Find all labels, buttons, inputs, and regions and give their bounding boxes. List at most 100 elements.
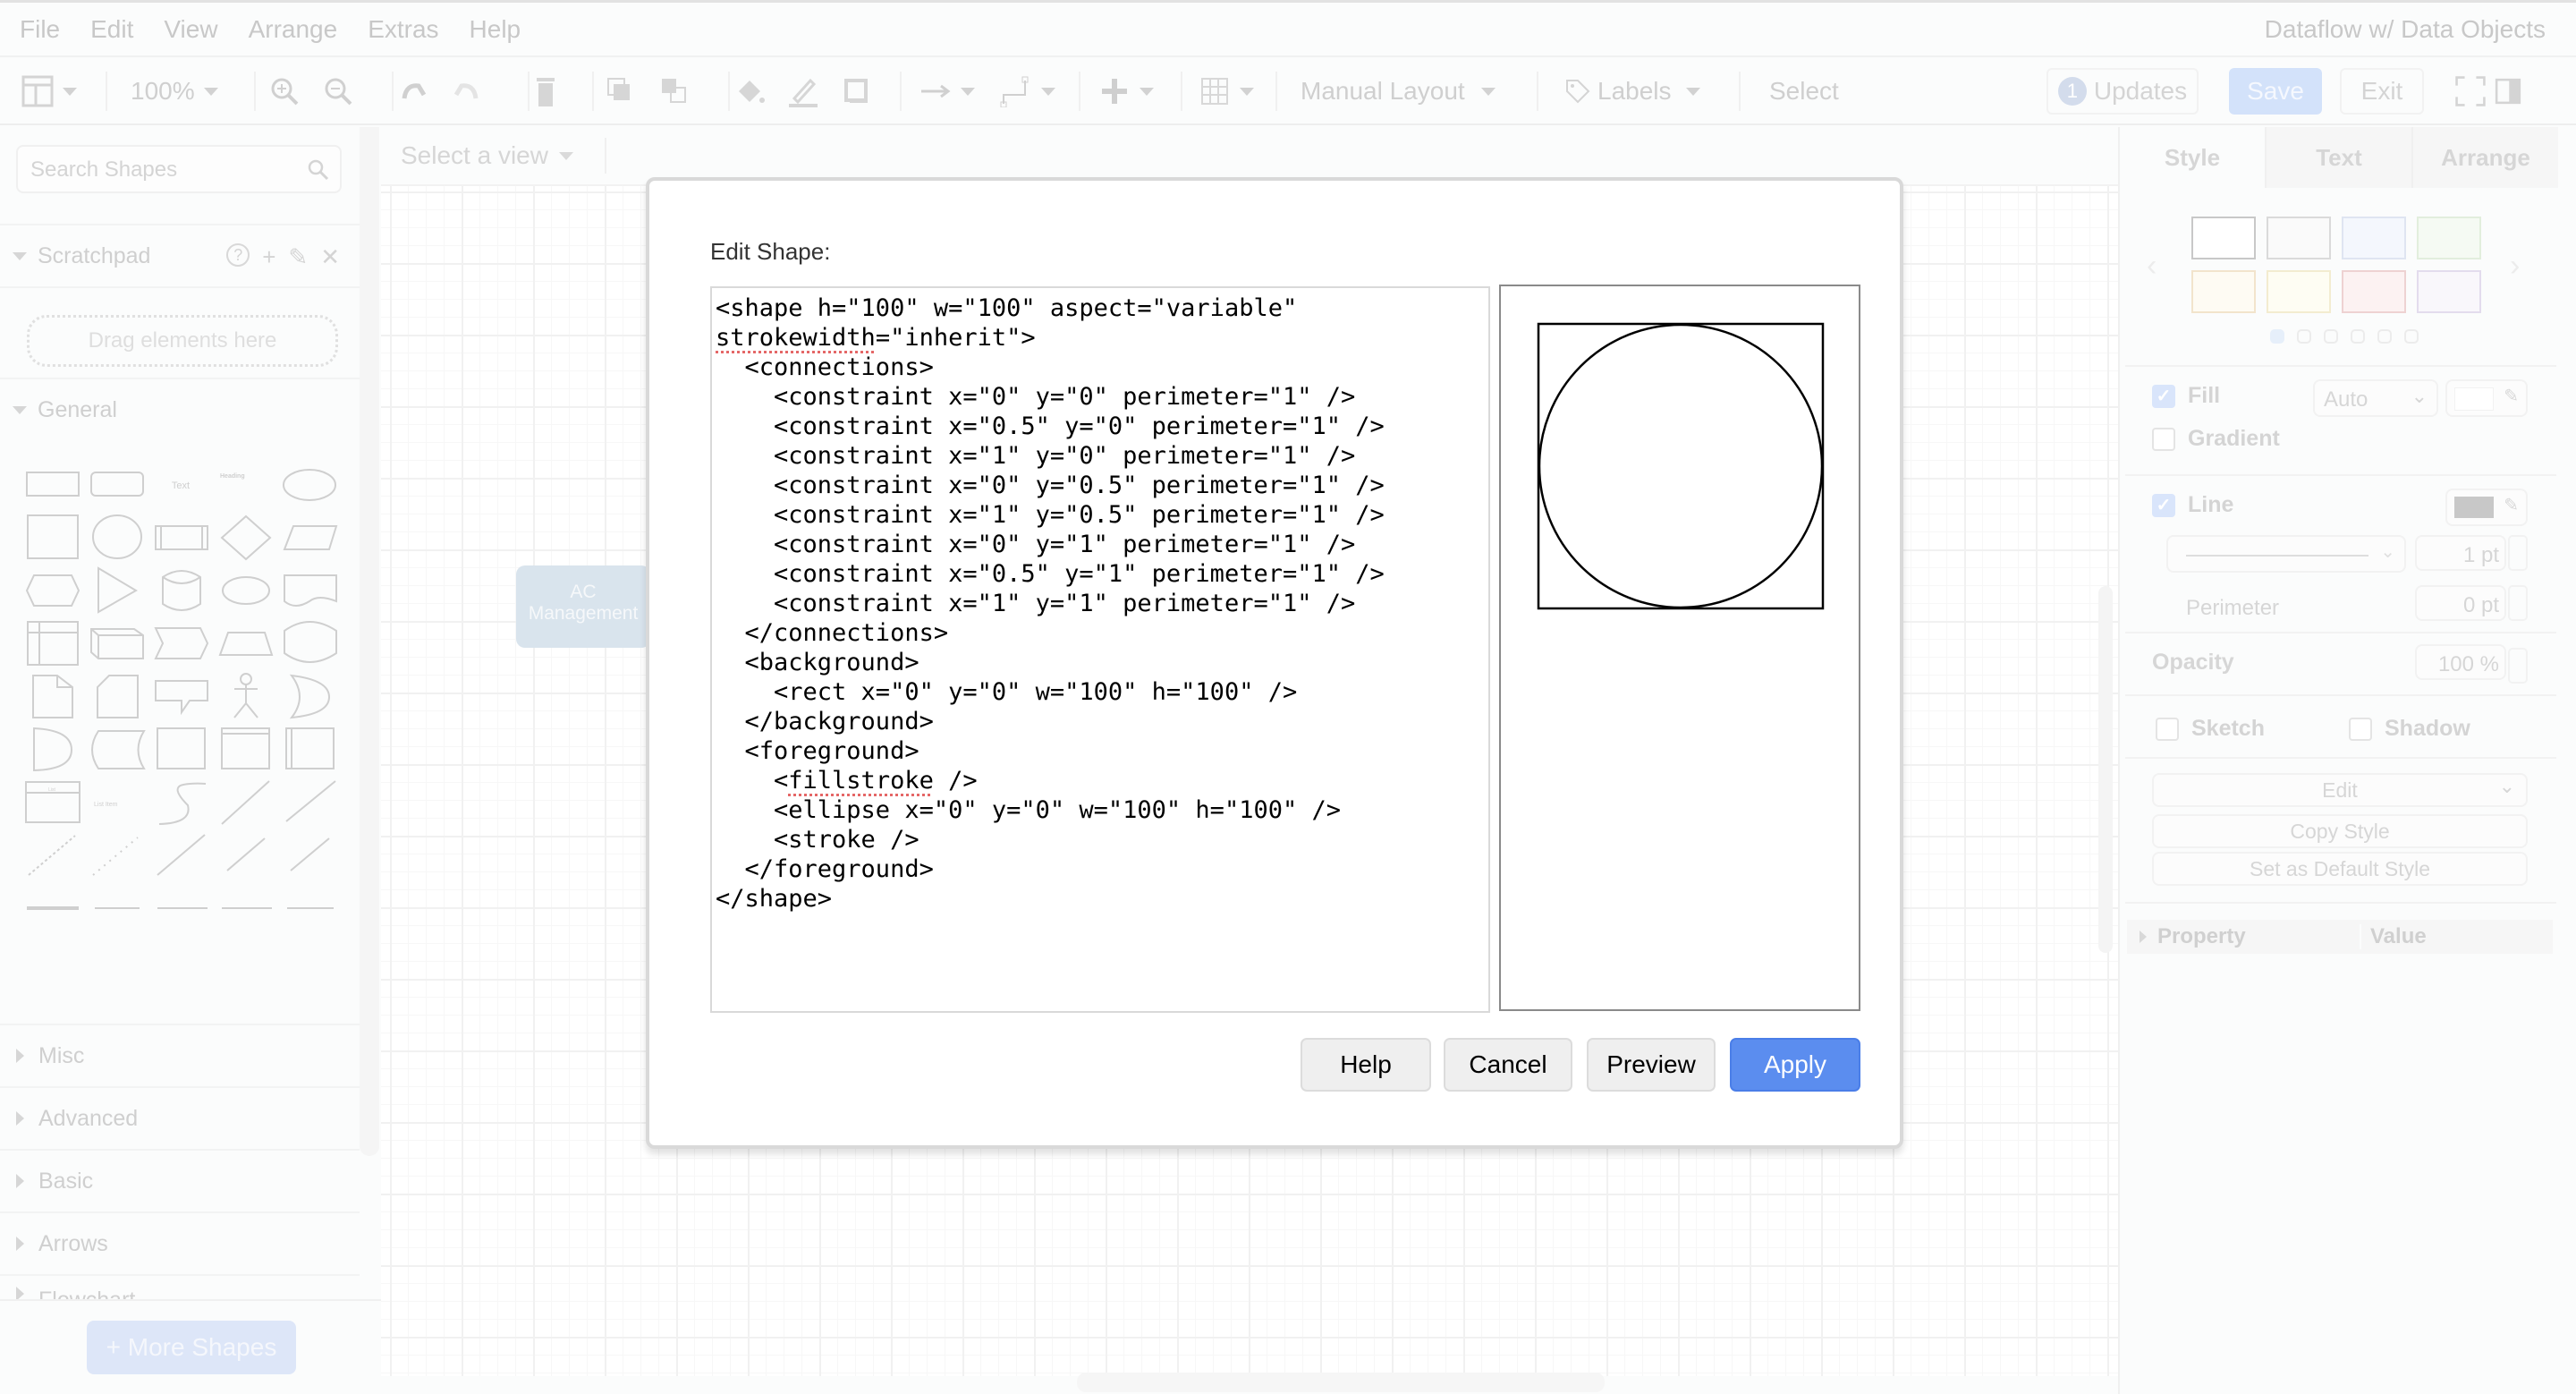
copy-style-button[interactable]: Copy Style [2152,814,2528,848]
zoom-out-button[interactable] [322,57,354,125]
sketch-checkbox[interactable]: Sketch [2156,716,2265,742]
sidebar-scrollbar[interactable] [360,127,379,1156]
pagination-dot[interactable] [2270,329,2284,344]
shadow-checkbox[interactable]: Shadow [2349,716,2470,742]
shape-xml-editor[interactable]: <shape h="100" w="100" aspect="variable"… [710,286,1490,1013]
tab-arrange[interactable]: Arrange [2411,127,2558,188]
fill-mode-value: Auto [2324,387,2368,412]
canvas-vertical-scrollbar[interactable] [2098,586,2113,953]
chevron-right-icon[interactable]: › [2510,249,2520,284]
scratchpad-title: Scratchpad [38,242,151,268]
fill-color-picker[interactable]: ✎ [2445,379,2528,417]
style-swatch[interactable] [2342,217,2406,259]
delete-button[interactable] [530,57,562,125]
add-icon[interactable]: + [262,243,275,271]
undo-button[interactable] [397,57,429,125]
menu-arrange[interactable]: Arrange [249,15,338,44]
scratchpad-dropzone[interactable]: Drag elements here [27,315,338,367]
menu-edit[interactable]: Edit [90,15,133,44]
opacity-input[interactable]: 100 % [2415,644,2506,680]
fill-mode-select[interactable]: Auto ⌄ [2313,379,2438,417]
to-front-button[interactable] [605,57,637,125]
line-color-button[interactable] [787,57,819,125]
help-icon[interactable]: ? [226,243,250,267]
line-pattern-select[interactable]: ⌄ [2166,535,2406,573]
save-button[interactable]: Save [2229,68,2322,115]
connection-style-button[interactable] [919,57,975,125]
line-color-picker[interactable]: ✎ [2445,489,2528,526]
fill-checkbox[interactable]: ✓ Fill [2152,383,2220,409]
style-swatch[interactable] [2267,270,2331,313]
shape-hexagon [25,574,80,607]
style-swatch[interactable] [2267,217,2331,259]
eyedropper-icon[interactable]: ✎ [2504,494,2519,516]
menu-view[interactable]: View [164,15,217,44]
edit-style-select[interactable]: Edit ⌄ [2152,773,2528,807]
section-misc[interactable]: Misc [0,1024,360,1086]
labels-select[interactable]: Labels [1562,57,1700,125]
to-back-button[interactable] [658,57,691,125]
updates-button[interactable]: 1 Updates [2046,68,2199,115]
style-swatch[interactable] [2191,217,2256,259]
waypoints-button[interactable] [1000,57,1055,125]
table-button[interactable] [1199,57,1254,125]
gradient-checkbox[interactable]: Gradient [2152,426,2280,452]
menu-help[interactable]: Help [470,15,521,44]
tab-style[interactable]: Style [2120,127,2265,188]
line-width-input[interactable]: 1 pt [2415,535,2506,571]
apply-button[interactable]: Apply [1730,1038,1860,1092]
fill-color-button[interactable] [733,57,766,125]
pagination-dot[interactable] [2351,329,2365,344]
style-swatch[interactable] [2342,270,2406,313]
document-title[interactable]: Dataflow w/ Data Objects [2265,15,2546,44]
layout-select[interactable]: Manual Layout [1301,57,1496,125]
shape-preview-canvas [1537,322,1825,610]
tab-text[interactable]: Text [2265,127,2411,188]
toggle-format-panel-button[interactable] [2492,57,2524,125]
preview-button[interactable]: Preview [1587,1038,1716,1092]
line-checkbox[interactable]: ✓ Line [2152,492,2233,518]
shape-xml-code: <shape h="100" w="100" aspect="variable"… [712,288,1488,914]
canvas-horizontal-scrollbar[interactable] [1077,1373,1605,1392]
opacity-stepper[interactable] [2508,648,2528,684]
pagination-dot[interactable] [2404,329,2419,344]
select-button[interactable]: Select [1769,57,1839,125]
set-default-style-button[interactable]: Set as Default Style [2152,852,2528,886]
section-basic[interactable]: Basic [0,1149,360,1211]
fullscreen-button[interactable] [2454,57,2487,125]
section-arrows[interactable]: Arrows [0,1211,360,1274]
pagination-dot[interactable] [2324,329,2338,344]
style-swatch[interactable] [2191,270,2256,313]
section-advanced[interactable]: Advanced [0,1086,360,1149]
close-icon[interactable]: ✕ [320,243,340,271]
shadow-button[interactable] [841,57,873,125]
zoom-in-button[interactable] [268,57,301,125]
general-header[interactable]: General [0,378,360,440]
view-panels-button[interactable] [21,57,77,125]
style-swatch[interactable] [2417,270,2481,313]
redo-button[interactable] [451,57,483,125]
property-table-header[interactable]: Property Value [2127,920,2553,954]
zoom-select[interactable]: 100% [131,57,218,125]
pagination-dot[interactable] [2297,329,2311,344]
perimeter-input[interactable]: 0 pt [2415,585,2506,621]
insert-button[interactable] [1098,57,1154,125]
style-swatch[interactable] [2417,217,2481,259]
eyedropper-icon[interactable]: ✎ [2504,385,2519,407]
pagination-dot[interactable] [2377,329,2392,344]
view-selector[interactable]: Select a view [401,141,573,170]
search-shapes-input[interactable]: Search Shapes [16,145,342,193]
scratchpad-header[interactable]: Scratchpad ? + ✎ ✕ [0,224,360,286]
menu-extras[interactable]: Extras [368,15,438,44]
exit-button[interactable]: Exit [2340,68,2424,115]
section-flowchart[interactable]: Flowchart [0,1274,360,1301]
edit-icon[interactable]: ✎ [288,243,308,271]
cancel-button[interactable]: Cancel [1444,1038,1572,1092]
menu-file[interactable]: File [20,15,60,44]
more-shapes-button[interactable]: + More Shapes [87,1321,296,1374]
diagram-node-ac-management[interactable]: AC Management [516,565,650,648]
line-width-stepper[interactable] [2508,535,2528,571]
chevron-left-icon[interactable]: ‹ [2147,249,2157,284]
help-button[interactable]: Help [1301,1038,1431,1092]
perimeter-stepper[interactable] [2508,585,2528,621]
